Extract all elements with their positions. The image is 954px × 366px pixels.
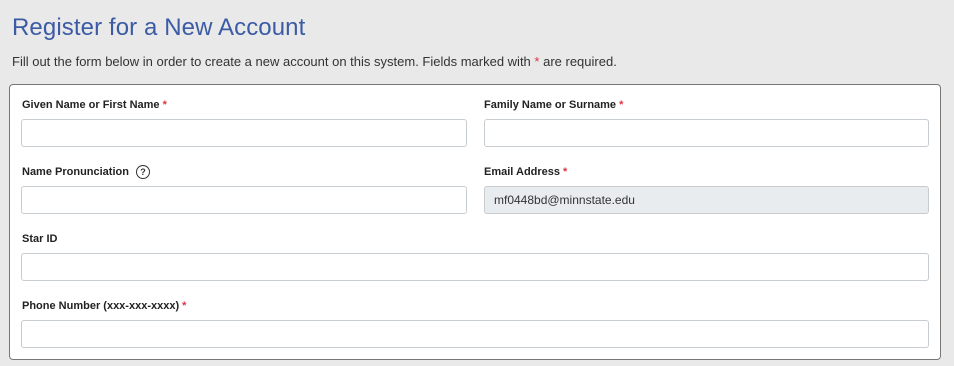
given-name-label-text: Given Name or First Name xyxy=(22,99,160,111)
family-name-input[interactable] xyxy=(484,119,929,147)
registration-form: Given Name or First Name * Family Name o… xyxy=(9,84,941,360)
pronunciation-label-text: Name Pronunciation xyxy=(22,166,129,178)
pronunciation-input[interactable] xyxy=(21,186,467,214)
intro-text: Fill out the form below in order to crea… xyxy=(12,54,617,69)
phone-label-text: Phone Number (xxx-xxx-xxxx) xyxy=(22,300,180,312)
family-name-label-text: Family Name or Surname xyxy=(484,99,617,111)
email-label: Email Address * xyxy=(484,166,567,178)
intro-text-before: Fill out the form below in order to crea… xyxy=(12,54,531,69)
required-marker: * xyxy=(534,54,540,69)
intro-text-after: are required. xyxy=(543,54,617,69)
email-label-text: Email Address xyxy=(484,166,561,178)
required-marker: * xyxy=(563,166,568,178)
given-name-input[interactable] xyxy=(21,119,467,147)
given-name-label: Given Name or First Name * xyxy=(22,99,167,111)
star-id-label: Star ID xyxy=(22,233,57,245)
phone-input[interactable] xyxy=(21,320,929,348)
question-circle-icon[interactable]: ? xyxy=(135,165,150,179)
required-marker: * xyxy=(162,99,167,111)
phone-label: Phone Number (xxx-xxx-xxxx) * xyxy=(22,300,186,312)
star-id-label-text: Star ID xyxy=(22,233,58,245)
page-title: Register for a New Account xyxy=(12,14,306,41)
family-name-label: Family Name or Surname * xyxy=(484,99,623,111)
required-marker: * xyxy=(619,99,624,111)
pronunciation-label: Name Pronunciation ? xyxy=(22,165,150,179)
email-input[interactable] xyxy=(484,186,929,214)
required-marker: * xyxy=(182,300,187,312)
star-id-input[interactable] xyxy=(21,253,929,281)
